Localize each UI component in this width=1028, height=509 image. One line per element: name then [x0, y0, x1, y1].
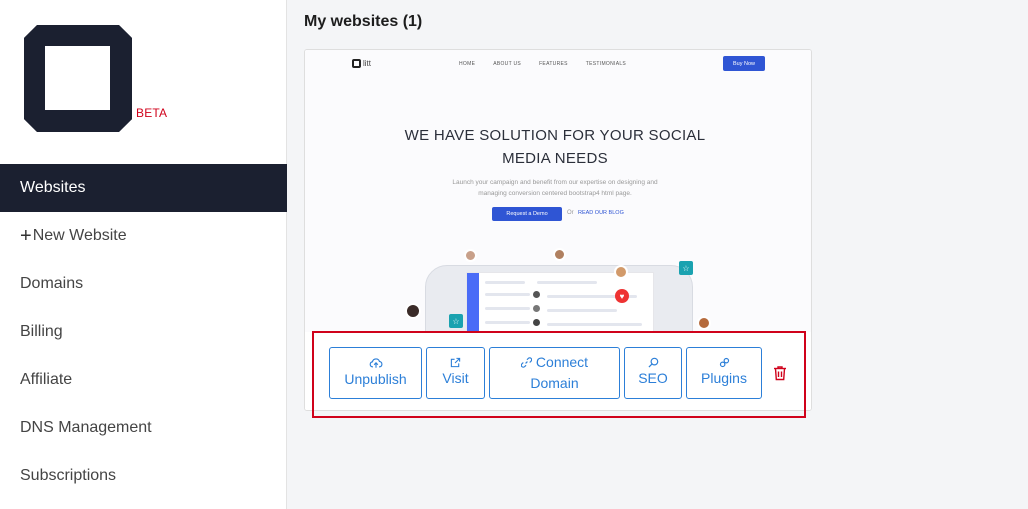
sidebar-item-subscriptions[interactable]: Subscriptions: [0, 452, 287, 500]
preview-blog-link: READ OUR BLOG: [578, 210, 624, 216]
preview-title: WE HAVE SOLUTION FOR YOUR SOCIAL MEDIA N…: [404, 127, 706, 167]
sidebar-item-new-website[interactable]: + New Website: [0, 212, 287, 260]
preview-line: [485, 307, 530, 310]
beta-badge: BETA: [136, 106, 168, 120]
preview-line: [485, 293, 530, 296]
preview-nav-item: ABOUT US: [493, 61, 522, 67]
preview-subtitle: Launch your campaign and benefit from ou…: [452, 179, 658, 197]
sidebar-item-label: Subscriptions: [20, 467, 117, 484]
sidebar-item-affiliate[interactable]: Affiliate: [0, 356, 287, 404]
preview-device-screen: [466, 272, 654, 332]
logo-icon[interactable]: [24, 25, 132, 132]
preview-line: [547, 309, 617, 312]
preview-demo-button: Request a Demo: [492, 207, 562, 221]
sidebar-item-dns-management[interactable]: DNS Management: [0, 404, 287, 452]
main-content: My websites (1) litt HOME ABOUT US FEATU…: [288, 0, 1028, 509]
preview-nav-item: HOME: [459, 61, 476, 67]
preview-nav-item: FEATURES: [539, 61, 568, 67]
preview-line: [547, 323, 642, 326]
sidebar-item-label: Domains: [20, 275, 84, 292]
preview-avatar: [533, 291, 540, 298]
preview-nav-item: TESTIMONIALS: [585, 61, 627, 67]
sidebar-item-billing[interactable]: Billing: [0, 308, 287, 356]
sidebar-item-label: Billing: [20, 323, 63, 340]
preview-buy-button: Buy Now: [723, 56, 765, 71]
preview-line: [485, 281, 525, 284]
preview-floating-avatar: [697, 316, 711, 330]
sidebar-nav: Websites + New Website Domains Billing A…: [0, 164, 287, 500]
preview-screen-sidebar: [467, 273, 479, 332]
sidebar-item-label: Affiliate: [20, 371, 73, 388]
plus-icon: +: [20, 225, 32, 247]
page-title: My websites (1): [304, 13, 423, 30]
preview-or-text: Or: [567, 210, 574, 216]
preview-floating-avatar: [405, 303, 421, 319]
sidebar-item-label: DNS Management: [20, 419, 152, 436]
preview-line: [537, 281, 597, 284]
selection-highlight: [312, 331, 806, 418]
website-preview[interactable]: litt HOME ABOUT US FEATURES TESTIMONIALS…: [305, 50, 811, 332]
heart-icon: ♥: [615, 289, 629, 303]
star-icon: ☆: [449, 314, 463, 328]
preview-floating-avatar: [614, 265, 628, 279]
preview-logo: litt: [352, 59, 371, 68]
star-icon: ☆: [679, 261, 693, 275]
sidebar: BETA Websites + New Website Domains Bill…: [0, 0, 287, 509]
preview-device-mockup: [425, 265, 693, 332]
preview-avatar: [533, 319, 540, 326]
preview-avatar: [533, 305, 540, 312]
sidebar-item-websites[interactable]: Websites: [0, 164, 287, 212]
preview-floating-avatar: [553, 248, 566, 261]
logo-inner: [45, 46, 110, 110]
sidebar-item-domains[interactable]: Domains: [0, 260, 287, 308]
preview-logo-icon: [352, 59, 361, 68]
preview-nav: HOME ABOUT US FEATURES TESTIMONIALS: [459, 61, 626, 67]
preview-floating-avatar: [464, 249, 477, 262]
sidebar-item-label: New Website: [32, 227, 127, 244]
preview-line: [485, 321, 530, 324]
sidebar-item-label: Websites: [20, 179, 86, 196]
